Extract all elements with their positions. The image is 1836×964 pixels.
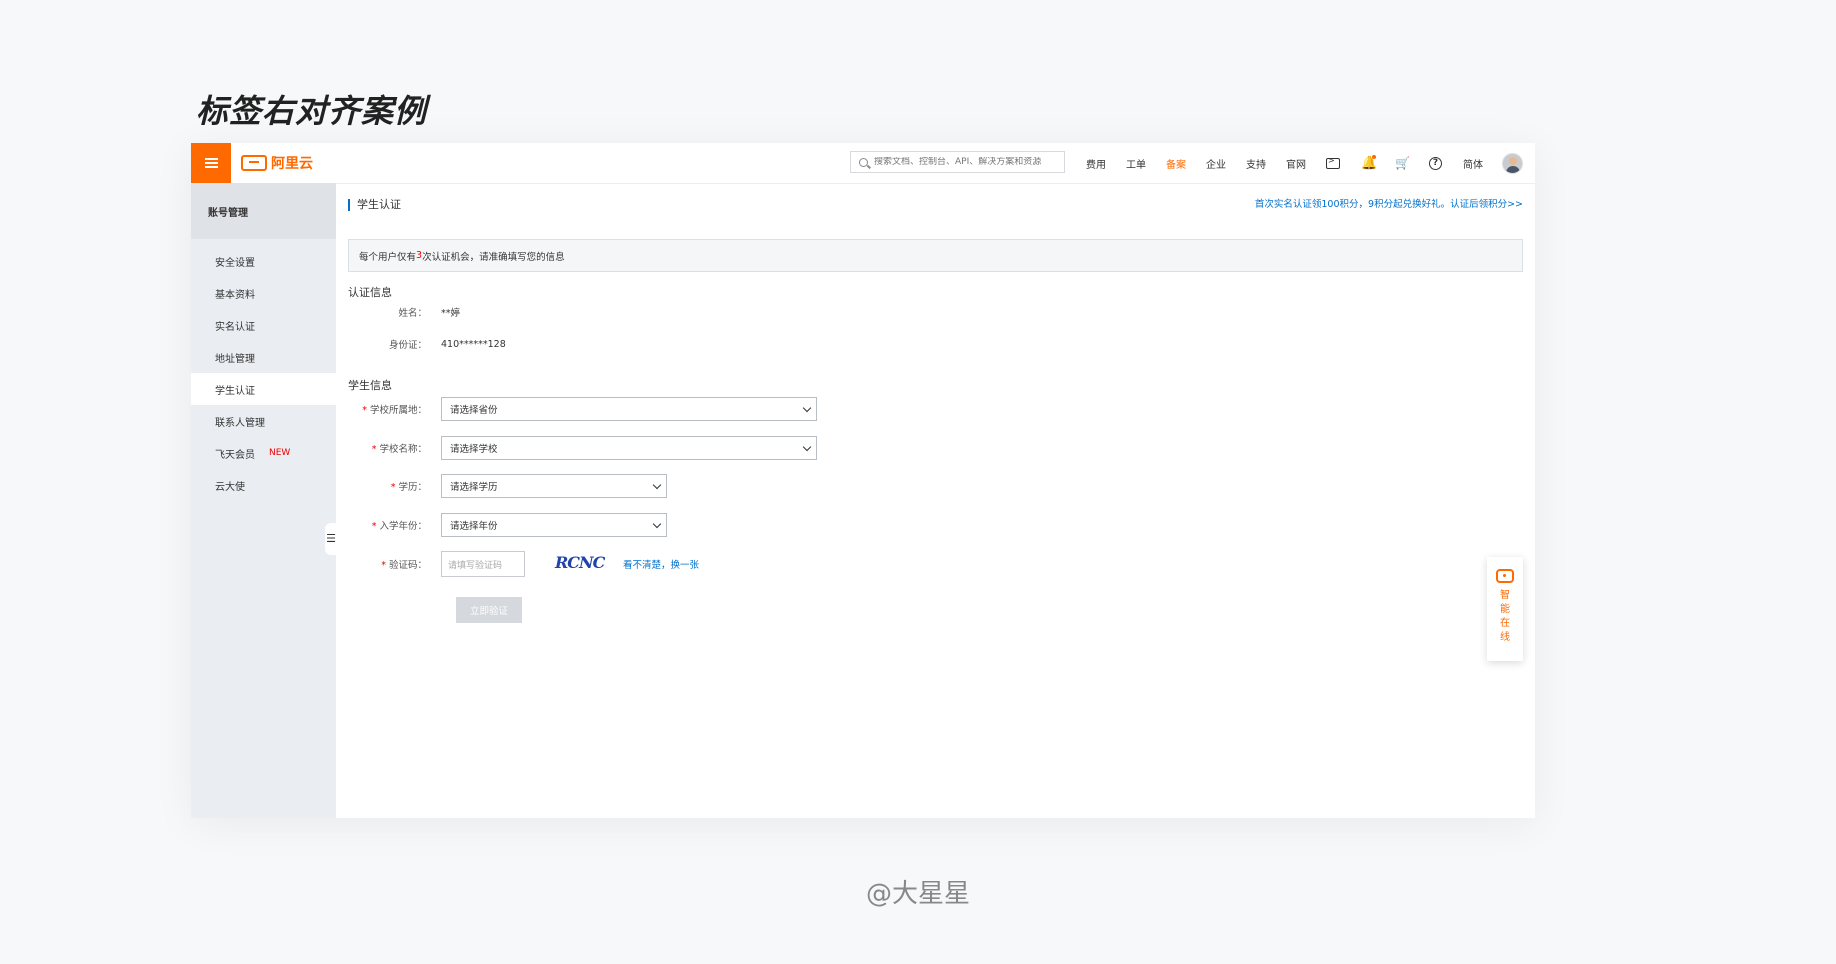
search-input[interactable]	[874, 157, 1054, 167]
top-bar: 阿里云 费用 工单 备案 企业 支持 官网 🔔 🛒 ? 简体	[191, 143, 1535, 184]
top-nav: 费用 工单 备案 企业 支持 官网 🔔 🛒 ? 简体	[1086, 143, 1503, 183]
sidebar-item-label: 地址管理	[215, 353, 255, 365]
sidebar-item-label: 联系人管理	[215, 417, 265, 429]
logo[interactable]: 阿里云	[241, 153, 313, 173]
refresh-captcha-link[interactable]: 看不清楚，换一张	[623, 557, 699, 571]
sidebar-item-label: 学生认证	[215, 385, 255, 397]
console-icon[interactable]	[1326, 156, 1340, 169]
watermark: @大星星	[865, 879, 970, 909]
help-icon[interactable]: ?	[1429, 156, 1442, 170]
chevron-down-icon	[802, 403, 812, 412]
sidebar-item-ambassador[interactable]: 云大使	[191, 469, 336, 501]
sidebar-item-contacts[interactable]: 联系人管理	[191, 405, 336, 437]
language-switch[interactable]: 简体	[1463, 156, 1483, 171]
aliyun-logo-icon	[241, 155, 267, 171]
enroll-year-row: * 入学年份： 请选择年份	[348, 513, 667, 537]
name-label: 姓名：	[398, 308, 427, 319]
nav-enterprise[interactable]: 企业	[1206, 156, 1226, 171]
nav-official-site[interactable]: 官网	[1286, 156, 1306, 171]
school-name-select[interactable]: 请选择学校	[441, 436, 817, 460]
new-badge: NEW	[269, 448, 291, 458]
nav-icp-filing[interactable]: 备案	[1166, 156, 1186, 171]
sidebar-item-address[interactable]: 地址管理	[191, 341, 336, 373]
sidebar-title: 账号管理	[191, 183, 336, 239]
education-select[interactable]: 请选择学历	[441, 474, 667, 498]
submit-button[interactable]: 立即验证	[456, 597, 522, 623]
name-value: **婷	[441, 308, 461, 319]
sidebar-item-label: 飞天会员	[215, 449, 255, 461]
cart-icon[interactable]: 🛒	[1395, 156, 1410, 170]
hamburger-icon	[204, 158, 218, 168]
education-label: * 学历：	[390, 482, 427, 493]
smart-assistant-button[interactable]: 智能在线	[1487, 557, 1523, 661]
sidebar-item-membership[interactable]: 飞天会员 NEW	[191, 437, 336, 469]
search-box[interactable]	[850, 151, 1065, 173]
enroll-year-label: * 入学年份：	[371, 521, 427, 532]
id-value: 410******128	[441, 338, 506, 350]
sidebar-item-label: 实名认证	[215, 321, 255, 333]
app-window: 阿里云 费用 工单 备案 企业 支持 官网 🔔 🛒 ? 简体 账号管理 安全设置…	[191, 143, 1535, 818]
school-region-label: * 学校所属地：	[362, 405, 427, 416]
notice-banner: 每个用户仅有 3 次认证机会，请准确填写您的信息	[348, 239, 1523, 272]
notice-text-pre: 每个用户仅有	[359, 251, 417, 263]
school-name-label: * 学校名称：	[371, 444, 427, 455]
assistant-icon	[1496, 569, 1514, 583]
sidebar-item-label: 基本资料	[215, 289, 255, 301]
student-info-heading: 学生信息	[348, 379, 392, 392]
sidebar: 账号管理 安全设置 基本资料 实名认证 地址管理 学生认证 联系人管理 飞天会员…	[191, 183, 337, 818]
logo-text: 阿里云	[271, 156, 313, 172]
notification-dot	[1372, 154, 1376, 159]
cert-info-heading: 认证信息	[348, 286, 392, 299]
captcha-row: * 验证码： 请填写验证码 RCNC 看不清楚，换一张	[348, 551, 699, 577]
captcha-label: * 验证码：	[381, 560, 427, 571]
id-label: 身份证：	[388, 340, 427, 351]
id-row: 身份证： 410******128	[348, 332, 506, 356]
notice-text-post: 次认证机会，请准确填写您的信息	[422, 251, 565, 263]
sidebar-item-label: 云大使	[215, 481, 245, 493]
school-region-row: * 学校所属地： 请选择省份	[348, 397, 817, 421]
captcha-image: RCNC	[555, 553, 605, 572]
page-heading: 标签右对齐案例	[196, 92, 428, 130]
chevron-down-icon	[652, 519, 662, 528]
nav-tickets[interactable]: 工单	[1126, 156, 1146, 171]
sidebar-item-profile[interactable]: 基本资料	[191, 277, 336, 309]
enroll-year-select[interactable]: 请选择年份	[441, 513, 667, 537]
sidebar-item-security[interactable]: 安全设置	[191, 245, 336, 277]
collapse-sidebar-icon[interactable]: ☰	[325, 523, 337, 555]
chevron-down-icon	[652, 480, 662, 489]
avatar[interactable]	[1502, 153, 1523, 174]
page-title: 学生认证	[348, 199, 401, 211]
nav-fees[interactable]: 费用	[1086, 156, 1106, 171]
chevron-down-icon	[802, 442, 812, 451]
name-row: 姓名： **婷	[348, 300, 460, 324]
promo-link[interactable]: 首次实名认证领100积分，9积分起兑换好礼。认证后领积分>>	[1255, 196, 1523, 210]
sidebar-item-real-name[interactable]: 实名认证	[191, 309, 336, 341]
school-name-row: * 学校名称： 请选择学校	[348, 436, 817, 460]
assistant-label: 智能在线	[1500, 590, 1510, 643]
menu-button[interactable]	[191, 143, 231, 183]
education-row: * 学历： 请选择学历	[348, 474, 667, 498]
bell-icon[interactable]: 🔔	[1361, 154, 1377, 170]
sidebar-item-student[interactable]: 学生认证	[191, 373, 336, 405]
search-icon	[859, 157, 868, 167]
captcha-input[interactable]: 请填写验证码	[441, 551, 525, 577]
sidebar-item-label: 安全设置	[215, 257, 255, 269]
nav-support[interactable]: 支持	[1246, 156, 1266, 171]
school-region-select[interactable]: 请选择省份	[441, 397, 817, 421]
